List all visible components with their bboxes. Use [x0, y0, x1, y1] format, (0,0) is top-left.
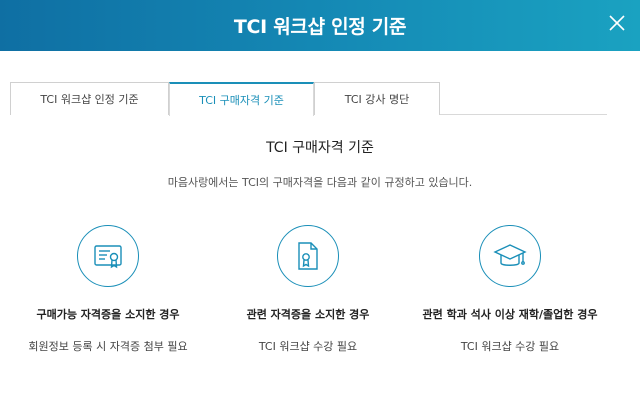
modal-title: TCI 워크샵 인정 기준 [233, 16, 407, 38]
criteria-card-certificate: 구매가능 자격증을 소지한 경우 회원정보 등록 시 자격증 첨부 필요 [3, 225, 213, 354]
card-title: 관련 학과 석사 이상 재학/졸업한 경우 [422, 308, 598, 321]
section-description: 마음사랑에서는 TCI의 구매자격을 다음과 같이 규정하고 있습니다. [167, 176, 473, 189]
icon-circle [479, 225, 541, 287]
document-award-icon [298, 242, 318, 270]
card-subtitle: 회원정보 등록 시 자격증 첨부 필요 [28, 340, 188, 353]
tab-instructor-list[interactable]: TCI 강사 명단 [314, 82, 440, 115]
close-button[interactable] [604, 10, 630, 36]
card-subtitle: TCI 워크샵 수강 필요 [258, 340, 358, 353]
graduation-cap-icon [493, 244, 527, 266]
tab-purchase-criteria[interactable]: TCI 구매자격 기준 [169, 82, 314, 116]
card-title: 구매가능 자격증을 소지한 경우 [36, 308, 180, 321]
tab-bar: TCI 워크샵 인정 기준 TCI 구매자격 기준 TCI 강사 명단 [10, 82, 607, 116]
card-title: 관련 자격증을 소지한 경우 [246, 308, 370, 321]
modal-header: TCI 워크샵 인정 기준 [0, 0, 640, 51]
icon-circle [77, 225, 139, 287]
criteria-card-graduate: 관련 학과 석사 이상 재학/졸업한 경우 TCI 워크샵 수강 필요 [405, 225, 615, 354]
tab-workshop-criteria[interactable]: TCI 워크샵 인정 기준 [10, 82, 169, 115]
criteria-card-related-certificate: 관련 자격증을 소지한 경우 TCI 워크샵 수강 필요 [203, 225, 413, 354]
card-subtitle: TCI 워크샵 수강 필요 [460, 340, 560, 353]
certificate-icon [94, 245, 122, 269]
close-icon [609, 15, 625, 31]
section-title: TCI 구매자격 기준 [266, 140, 374, 156]
icon-circle [277, 225, 339, 287]
